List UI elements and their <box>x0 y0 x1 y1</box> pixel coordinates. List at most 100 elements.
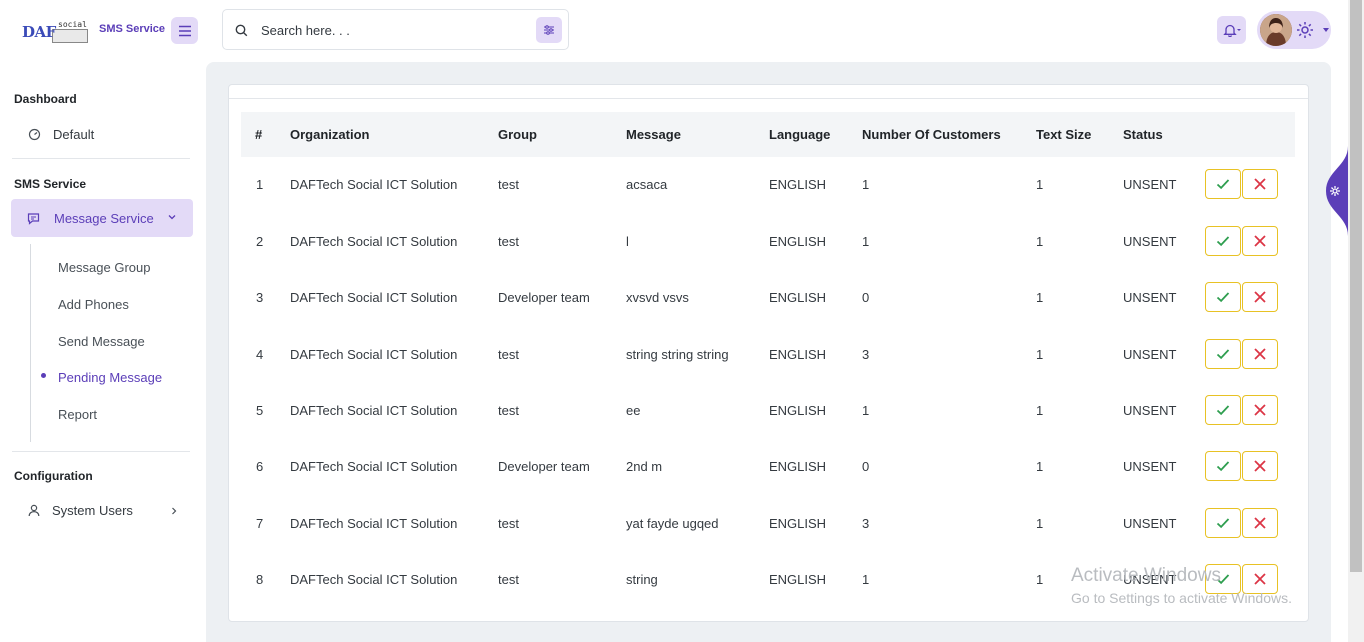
menu-toggle-button[interactable] <box>171 17 198 44</box>
sidebar-item-label: Default <box>53 127 95 142</box>
menu-icon <box>178 25 191 36</box>
sidebar-item-system-users[interactable]: System Users <box>28 503 178 518</box>
message-icon <box>27 212 40 225</box>
cell-message: string <box>626 572 658 587</box>
close-icon <box>1254 235 1266 247</box>
cell-text-size: 1 <box>1036 516 1044 531</box>
cell-customers: 1 <box>862 234 870 249</box>
cell-language: ENGLISH <box>769 347 827 362</box>
reject-button[interactable] <box>1242 451 1278 481</box>
approve-button[interactable] <box>1205 169 1241 199</box>
reject-button[interactable] <box>1242 226 1278 256</box>
cell-index: 6 <box>256 459 264 474</box>
sidebar-subitem-pending-message[interactable]: Pending Message <box>58 370 162 385</box>
cell-language: ENGLISH <box>769 234 827 249</box>
cell-group: Developer team <box>498 290 590 305</box>
close-icon <box>1254 404 1266 416</box>
cell-index: 5 <box>256 403 264 418</box>
customizer-tab[interactable] <box>1322 146 1348 236</box>
approve-button[interactable] <box>1205 508 1241 538</box>
search-icon <box>235 24 248 37</box>
filter-icon <box>544 25 554 35</box>
reject-button[interactable] <box>1242 339 1278 369</box>
sidebar-item-default[interactable]: Default <box>28 127 94 142</box>
reject-button[interactable] <box>1242 508 1278 538</box>
logo-image <box>52 29 88 43</box>
scrollbar[interactable] <box>1348 0 1364 642</box>
cell-text-size: 1 <box>1036 177 1044 192</box>
cell-message: 2nd m <box>626 459 663 474</box>
header-col-customers: Number Of Customers <box>862 127 1001 142</box>
cell-status: UNSENT <box>1123 459 1177 474</box>
cell-index: 3 <box>256 290 264 305</box>
config-section-title: Configuration <box>14 469 93 483</box>
cell-customers: 1 <box>862 572 870 587</box>
cell-index: 8 <box>256 572 264 587</box>
reject-button[interactable] <box>1242 395 1278 425</box>
cell-status: UNSENT <box>1123 290 1177 305</box>
approve-button[interactable] <box>1205 395 1241 425</box>
cell-index: 7 <box>256 516 264 531</box>
avatar[interactable] <box>1260 14 1292 46</box>
cell-group: Developer team <box>498 459 590 474</box>
close-icon <box>1254 517 1266 529</box>
settings-icon[interactable] <box>1295 20 1315 40</box>
filter-button[interactable] <box>536 17 562 43</box>
sms-section-title: SMS Service <box>14 177 87 191</box>
approve-button[interactable] <box>1205 282 1241 312</box>
check-icon <box>1216 349 1230 360</box>
activation-watermark-title: Activate Windows <box>1071 565 1221 586</box>
search-input[interactable] <box>261 20 521 40</box>
sidebar-subitem-message-group[interactable]: Message Group <box>58 260 151 275</box>
approve-button[interactable] <box>1205 451 1241 481</box>
cell-customers: 3 <box>862 516 870 531</box>
sidebar: DAF social SMS Service Dashboard Default… <box>0 0 206 642</box>
chevron-down-icon <box>168 215 176 220</box>
reject-button[interactable] <box>1242 169 1278 199</box>
cell-language: ENGLISH <box>769 177 827 192</box>
cell-organization: DAFTech Social ICT Solution <box>290 403 458 418</box>
sidebar-item-label: System Users <box>52 503 133 518</box>
close-icon <box>1254 291 1266 303</box>
cell-group: test <box>498 347 519 362</box>
approve-button[interactable] <box>1205 339 1241 369</box>
dashboard-section-title: Dashboard <box>14 92 77 106</box>
cell-index: 4 <box>256 347 264 362</box>
sidebar-item-message-service[interactable]: Message Service <box>11 199 193 237</box>
active-dot <box>41 373 46 378</box>
approve-button[interactable] <box>1205 226 1241 256</box>
cell-organization: DAFTech Social ICT Solution <box>290 234 458 249</box>
cell-group: test <box>498 516 519 531</box>
scrollbar-thumb[interactable] <box>1350 0 1362 572</box>
cell-message: yat fayde ugqed <box>626 516 719 531</box>
cell-organization: DAFTech Social ICT Solution <box>290 572 458 587</box>
sidebar-subitem-report[interactable]: Report <box>58 407 97 422</box>
header-col-status: Status <box>1123 127 1163 142</box>
sidebar-subitem-send-message[interactable]: Send Message <box>58 334 145 349</box>
sidebar-subitem-add-phones[interactable]: Add Phones <box>58 297 129 312</box>
close-icon <box>1254 178 1266 190</box>
check-icon <box>1216 292 1230 303</box>
dashboard-icon <box>28 128 41 141</box>
cell-text-size: 1 <box>1036 403 1044 418</box>
cell-status: UNSENT <box>1123 403 1177 418</box>
submenu-line <box>30 244 31 442</box>
notifications-button[interactable] <box>1217 16 1246 44</box>
search-bar <box>222 9 569 50</box>
divider <box>12 158 190 159</box>
reject-button[interactable] <box>1242 282 1278 312</box>
cell-message: string string string <box>626 347 729 362</box>
cell-organization: DAFTech Social ICT Solution <box>290 347 458 362</box>
logo[interactable]: DAF social <box>22 18 92 44</box>
close-icon <box>1254 573 1266 585</box>
cell-language: ENGLISH <box>769 572 827 587</box>
cell-language: ENGLISH <box>769 516 827 531</box>
cell-status: UNSENT <box>1123 516 1177 531</box>
card-header <box>229 85 1308 99</box>
check-icon <box>1216 179 1230 190</box>
cell-language: ENGLISH <box>769 290 827 305</box>
profile-menu[interactable] <box>1257 11 1331 49</box>
user-icon <box>28 504 40 517</box>
header-col-text-size: Text Size <box>1036 127 1092 142</box>
cell-group: test <box>498 234 519 249</box>
